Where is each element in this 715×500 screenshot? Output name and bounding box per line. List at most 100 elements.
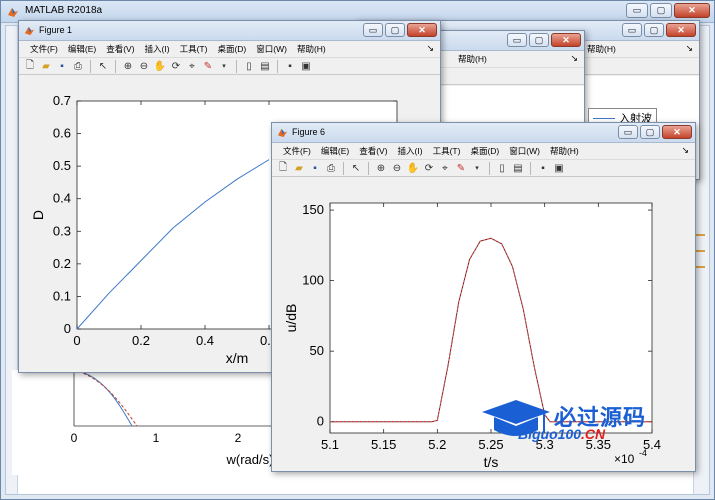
- menu-view[interactable]: 查看(V): [354, 145, 392, 157]
- menu-help[interactable]: 帮助(H): [292, 43, 331, 55]
- menu-tools[interactable]: 工具(T): [428, 145, 466, 157]
- menu-edit[interactable]: 编辑(E): [316, 145, 354, 157]
- menu-edit[interactable]: 编辑(E): [63, 43, 101, 55]
- edit-plot-arrow-icon[interactable]: ↖: [349, 161, 363, 175]
- menu-desktop[interactable]: 桌面(D): [465, 145, 504, 157]
- figure-title-bar: Figure 1 ▭ ▢ ✕: [19, 21, 440, 41]
- pan-hand-icon[interactable]: ✋: [406, 161, 420, 175]
- matlab-logo-icon: [277, 128, 288, 138]
- print-icon[interactable]: ⎙: [324, 161, 338, 175]
- close-button[interactable]: ✕: [674, 3, 710, 18]
- matlab-logo-icon: [8, 8, 18, 17]
- rotate-3d-icon[interactable]: ⟳: [169, 59, 183, 73]
- minimize-button[interactable]: ▭: [363, 23, 383, 37]
- dock-arrow-icon[interactable]: ↘: [570, 53, 578, 64]
- close-button[interactable]: ✕: [551, 33, 581, 47]
- x-axis-label: w(rad/s): [226, 452, 272, 467]
- zoom-out-icon[interactable]: ⊖: [137, 59, 151, 73]
- y-tick-label: 0.5: [53, 158, 71, 173]
- x-tick-label: 0.4: [196, 333, 214, 348]
- marker: [695, 234, 705, 236]
- brush-icon[interactable]: ✎: [201, 59, 215, 73]
- restore-button[interactable]: ▢: [650, 3, 672, 18]
- y-tick-label: 0.4: [53, 191, 71, 206]
- chevron-down-icon[interactable]: ▾: [217, 59, 231, 73]
- zoom-out-icon[interactable]: ⊖: [390, 161, 404, 175]
- menu-insert[interactable]: 插入(I): [393, 145, 428, 157]
- show-plot-tools-icon[interactable]: ▣: [299, 59, 313, 73]
- restore-button[interactable]: ▢: [644, 23, 664, 37]
- brush-icon[interactable]: ✎: [454, 161, 468, 175]
- dock-arrow-icon[interactable]: ↘: [426, 43, 434, 54]
- menu-file[interactable]: 文件(F): [25, 43, 63, 55]
- menu-window[interactable]: 窗口(W): [251, 43, 292, 55]
- colorbar-icon[interactable]: ▯: [242, 59, 256, 73]
- menu-tools[interactable]: 工具(T): [175, 43, 213, 55]
- dock-arrow-icon[interactable]: ↘: [681, 145, 689, 156]
- chevron-down-icon[interactable]: ▾: [470, 161, 484, 175]
- minimize-button[interactable]: ▭: [618, 125, 638, 139]
- watermark-sub: Biguo100.CN: [518, 426, 606, 442]
- save-icon[interactable]: ▪: [308, 161, 322, 175]
- edit-plot-arrow-icon[interactable]: ↖: [96, 59, 110, 73]
- minimize-button[interactable]: ▭: [622, 23, 642, 37]
- close-button[interactable]: ✕: [407, 23, 437, 37]
- zoom-in-icon[interactable]: ⊕: [121, 59, 135, 73]
- legend-icon[interactable]: ▤: [258, 59, 272, 73]
- new-figure-icon[interactable]: 🗋: [276, 161, 290, 175]
- data-cursor-icon[interactable]: ⌖: [185, 59, 199, 73]
- data-cursor-icon[interactable]: ⌖: [438, 161, 452, 175]
- back-plot-svg: 0 1 2 w(rad/s): [71, 369, 273, 467]
- menu-file[interactable]: 文件(F): [278, 145, 316, 157]
- menu-help[interactable]: 帮助(H): [545, 145, 584, 157]
- menu-help[interactable]: 帮助(H): [453, 53, 492, 65]
- restore-button[interactable]: ▢: [640, 125, 660, 139]
- minimize-button[interactable]: ▭: [507, 33, 527, 47]
- main-window-title: MATLAB R2018a: [25, 5, 103, 16]
- open-file-icon[interactable]: ▰: [39, 59, 53, 73]
- menu-view[interactable]: 查看(V): [101, 43, 139, 55]
- x-tick-label: 1: [153, 431, 160, 445]
- y-tick-label: 0.2: [53, 256, 71, 271]
- close-button[interactable]: ✕: [662, 125, 692, 139]
- back-plot-region: 0 1 2 w(rad/s): [12, 369, 273, 475]
- x-tick-label: 0.2: [132, 333, 150, 348]
- menu-desktop[interactable]: 桌面(D): [212, 43, 251, 55]
- y-tick-label: 0.3: [53, 223, 71, 238]
- marker: [695, 266, 705, 268]
- x-tick-label: 5.1: [321, 437, 339, 452]
- close-button[interactable]: ✕: [666, 23, 696, 37]
- print-icon[interactable]: ⎙: [71, 59, 85, 73]
- colorbar-icon[interactable]: ▯: [495, 161, 509, 175]
- menu-help[interactable]: 帮助(H): [582, 43, 621, 55]
- menu-window[interactable]: 窗口(W): [504, 145, 545, 157]
- rotate-3d-icon[interactable]: ⟳: [422, 161, 436, 175]
- save-icon[interactable]: ▪: [55, 59, 69, 73]
- menu-insert[interactable]: 插入(I): [140, 43, 175, 55]
- matlab-logo-icon: [24, 26, 35, 36]
- open-file-icon[interactable]: ▰: [292, 161, 306, 175]
- y-tick-label: 0.6: [53, 126, 71, 141]
- toolbar: 🗋 ▰ ▪ ⎙ ↖ ⊕ ⊖ ✋ ⟳ ⌖ ✎ ▾ ▯ ▤ ▪ ▣: [272, 159, 695, 177]
- minimize-button[interactable]: ▭: [626, 3, 648, 18]
- x-tick-label: 0: [73, 333, 80, 348]
- dock-arrow-icon[interactable]: ↘: [685, 43, 693, 54]
- x-axis-label: x/m: [226, 350, 249, 366]
- hide-plot-tools-icon[interactable]: ▪: [536, 161, 550, 175]
- restore-button[interactable]: ▢: [529, 33, 549, 47]
- x-tick-label: 5.15: [371, 437, 396, 452]
- new-figure-icon[interactable]: 🗋: [23, 59, 37, 73]
- zoom-in-icon[interactable]: ⊕: [374, 161, 388, 175]
- y-tick-label: 0.1: [53, 288, 71, 303]
- legend-line-swatch: [593, 117, 615, 119]
- y-tick-label: 0.7: [53, 93, 71, 108]
- menu-bar: 文件(F) 编辑(E) 查看(V) 插入(I) 工具(T) 桌面(D) 窗口(W…: [19, 41, 440, 57]
- restore-button[interactable]: ▢: [385, 23, 405, 37]
- menu-bar: 文件(F) 编辑(E) 查看(V) 插入(I) 工具(T) 桌面(D) 窗口(W…: [272, 143, 695, 159]
- pan-hand-icon[interactable]: ✋: [153, 59, 167, 73]
- legend-icon[interactable]: ▤: [511, 161, 525, 175]
- show-plot-tools-icon[interactable]: ▣: [552, 161, 566, 175]
- y-tick-label: 100: [302, 273, 324, 288]
- figure-title: Figure 6: [292, 127, 326, 137]
- hide-plot-tools-icon[interactable]: ▪: [283, 59, 297, 73]
